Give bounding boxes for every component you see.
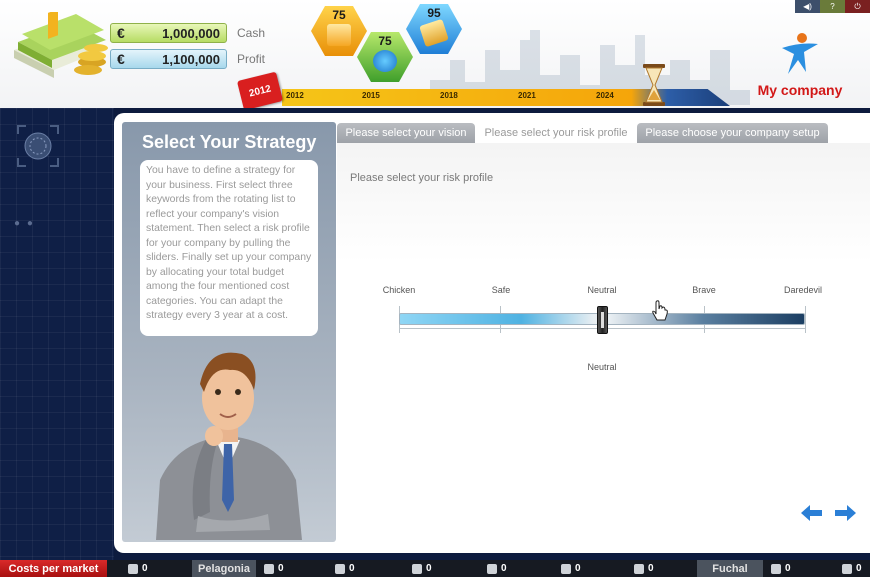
- sound-icon[interactable]: ◀): [795, 0, 820, 13]
- tool-icon: [487, 563, 497, 574]
- cost-value: 0: [575, 563, 581, 574]
- power-icon[interactable]: ⏻: [845, 0, 870, 13]
- risk-level-label: Chicken: [382, 285, 416, 295]
- umbrella-icon: [128, 563, 138, 574]
- tab-company-setup[interactable]: Please choose your company setup: [637, 123, 828, 143]
- euro-icon: €: [117, 51, 125, 67]
- region-pelagonia[interactable]: Pelagonia: [192, 560, 256, 577]
- cost-value: 0: [501, 563, 507, 574]
- tab-content: [337, 143, 870, 542]
- cash-stat: € 1,000,000 Cash: [110, 23, 265, 43]
- money-icon: [419, 18, 449, 48]
- cost-item: 0: [634, 560, 654, 577]
- profit-box: € 1,100,000: [110, 49, 227, 69]
- profit-label: Profit: [237, 52, 266, 66]
- risk-level-label: Neutral: [587, 285, 617, 295]
- risk-prompt: Please select your risk profile: [350, 172, 494, 184]
- cost-item: 0: [561, 560, 581, 577]
- cost-item: 0: [771, 560, 791, 577]
- hand-cursor-icon: [652, 300, 668, 321]
- company-name: My company: [757, 82, 843, 98]
- cost-value: 0: [349, 563, 355, 574]
- map-dots: ● ●: [14, 218, 35, 229]
- next-arrow-icon[interactable]: [833, 503, 857, 523]
- cost-item: 0: [487, 560, 507, 577]
- timeline-tick: 2018: [440, 91, 458, 100]
- risk-slider-thumb[interactable]: [597, 306, 608, 334]
- top-header: € 1,000,000 Cash € 1,100,000 Profit 75 7…: [0, 0, 870, 108]
- tab-vision[interactable]: Please select your vision: [337, 123, 475, 143]
- cost-value: 0: [648, 563, 654, 574]
- cost-value: 0: [278, 563, 284, 574]
- cash-label: Cash: [237, 26, 266, 40]
- company-logo-icon: [782, 33, 818, 74]
- cost-item: 0: [264, 560, 284, 577]
- help-icon[interactable]: ?: [820, 0, 845, 13]
- cost-item: 0: [412, 560, 432, 577]
- tab-risk-profile[interactable]: Please select your risk profile: [478, 123, 634, 143]
- risk-selected-value: Neutral: [587, 362, 617, 372]
- cash-box: € 1,000,000: [110, 23, 227, 43]
- timeline-tick: 2015: [362, 91, 380, 100]
- people-score-badge[interactable]: 75: [311, 6, 367, 56]
- risk-level-label: Safe: [491, 285, 511, 295]
- slider-notch: [805, 306, 806, 333]
- timeline-tick: 2024: [596, 91, 614, 100]
- globe-icon: [373, 50, 397, 72]
- calendar-icon: 2012: [236, 71, 284, 108]
- timeline-tick: 2012: [286, 91, 304, 100]
- strategy-sidebar: Select Your Strategy You have to define …: [122, 122, 336, 542]
- cost-item: 0: [128, 560, 148, 577]
- bottom-bar: Costs per market 0 Pelagonia 0 0 0 0 0 0…: [0, 560, 870, 577]
- system-icons: ◀) ? ⏻: [795, 0, 870, 13]
- cost-value: 0: [426, 563, 432, 574]
- hourglass-icon: [643, 64, 665, 106]
- cost-value: 0: [785, 563, 791, 574]
- factory-icon: [335, 563, 345, 574]
- gear-icon: [264, 563, 274, 574]
- gear-icon: [771, 563, 781, 574]
- people-icon: [327, 24, 351, 46]
- timeline-tick: 2021: [518, 91, 536, 100]
- strategy-description: You have to define a strategy for your b…: [140, 160, 318, 336]
- map-zoom-icon[interactable]: [16, 124, 60, 168]
- globe-score-value: 75: [378, 34, 392, 48]
- euro-icon: €: [117, 25, 125, 41]
- costs-per-market-button[interactable]: Costs per market: [0, 560, 107, 577]
- risk-level-label: Daredevil: [783, 285, 823, 295]
- region-fuchal[interactable]: Fuchal: [697, 560, 763, 577]
- profit-value: 1,100,000: [162, 51, 220, 67]
- current-year: 2012: [247, 82, 273, 100]
- thinking-businessman-image: [156, 352, 302, 540]
- money-score-value: 95: [427, 6, 441, 20]
- profit-stat: € 1,100,000 Profit: [110, 49, 265, 69]
- globe-score-badge[interactable]: 75: [357, 32, 413, 82]
- cost-value: 0: [142, 563, 148, 574]
- map-background: [0, 108, 114, 560]
- cash-value: 1,000,000: [162, 25, 220, 41]
- umbrella-icon: [634, 563, 644, 574]
- company-logo: My company: [754, 32, 846, 98]
- back-arrow-icon[interactable]: [800, 503, 824, 523]
- people-icon: [561, 563, 571, 574]
- cash-stack-icon: [14, 12, 108, 78]
- people-score-value: 75: [332, 8, 346, 22]
- cost-value: 0: [856, 563, 862, 574]
- risk-level-label: Brave: [692, 285, 716, 295]
- cost-item: 0: [842, 560, 862, 577]
- panel-title: Select Your Strategy: [142, 132, 317, 152]
- factory-icon: [842, 563, 852, 574]
- recycle-icon: [412, 563, 422, 574]
- cost-item: 0: [335, 560, 355, 577]
